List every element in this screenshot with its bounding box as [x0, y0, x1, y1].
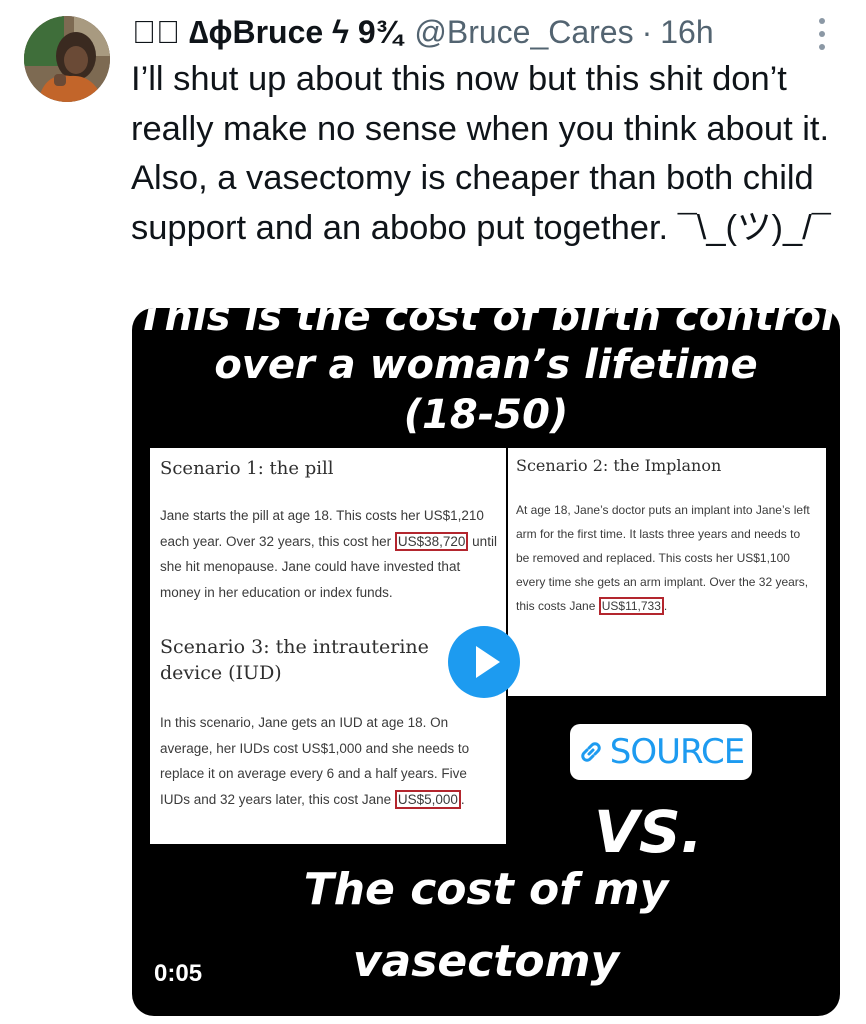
scenario2-panel: Scenario 2: the Implanon At age 18, Jane…	[508, 448, 826, 696]
tweet-header: ꝺ᳑ ∆ɸBruce ϟ 9¾ @Bruce_Cares · 16h	[132, 10, 714, 54]
play-button[interactable]	[448, 626, 520, 698]
link-icon	[581, 742, 601, 762]
tweet-text: I’ll shut up about this now but this shi…	[131, 60, 837, 247]
video-timer: 0:05	[154, 960, 203, 987]
scenario3-title: Scenario 3: the intrauterine device (IUD…	[160, 636, 429, 684]
display-name[interactable]: ꝺ᳑ ∆ɸBruce ϟ 9¾	[132, 14, 402, 51]
avatar-image	[24, 16, 110, 102]
more-dot	[819, 31, 825, 37]
separator-dot: ·	[641, 13, 653, 50]
scenario3-text-post: .	[460, 791, 465, 807]
scenario1-amount: US$38,720	[394, 531, 469, 551]
source-label: SOURCE	[609, 732, 745, 772]
scenario1-body: Jane starts the pill at age 18. This cos…	[160, 503, 500, 605]
scenario3-amount: US$5,000	[394, 789, 461, 809]
media-heading-line1: This is the cost of birth control	[137, 308, 835, 340]
more-dot	[819, 18, 825, 24]
more-vertical-icon[interactable]	[812, 16, 832, 52]
play-icon	[476, 646, 500, 678]
scenario2-body: At age 18, Jane’s doctor puts an implant…	[516, 498, 816, 618]
media-heading-line2: over a woman’s lifetime	[214, 342, 758, 388]
source-link-sticker[interactable]: SOURCE	[570, 724, 752, 780]
avatar[interactable]	[24, 16, 110, 102]
video-player[interactable]: This is the cost of birth control over a…	[132, 308, 840, 1016]
scenario1-panel: Scenario 1: the pill Jane starts the pil…	[150, 448, 506, 628]
scenario2-amount: US$11,733	[598, 597, 664, 615]
vs-text: VS.	[594, 798, 703, 866]
timestamp[interactable]: 16h	[660, 14, 713, 51]
footer-line1: The cost of my	[303, 864, 669, 915]
footer-line2: vasectomy	[352, 936, 620, 987]
more-dot	[819, 44, 825, 50]
scenario2-title: Scenario 2: the Implanon	[516, 456, 722, 475]
scenario3-body: In this scenario, Jane gets an IUD at ag…	[160, 710, 500, 812]
scenario2-text-post: .	[663, 599, 668, 613]
media-heading-line3: (18-50)	[403, 392, 569, 438]
scenario1-title: Scenario 1: the pill	[160, 458, 334, 479]
user-handle[interactable]: @Bruce_Cares	[414, 14, 633, 51]
